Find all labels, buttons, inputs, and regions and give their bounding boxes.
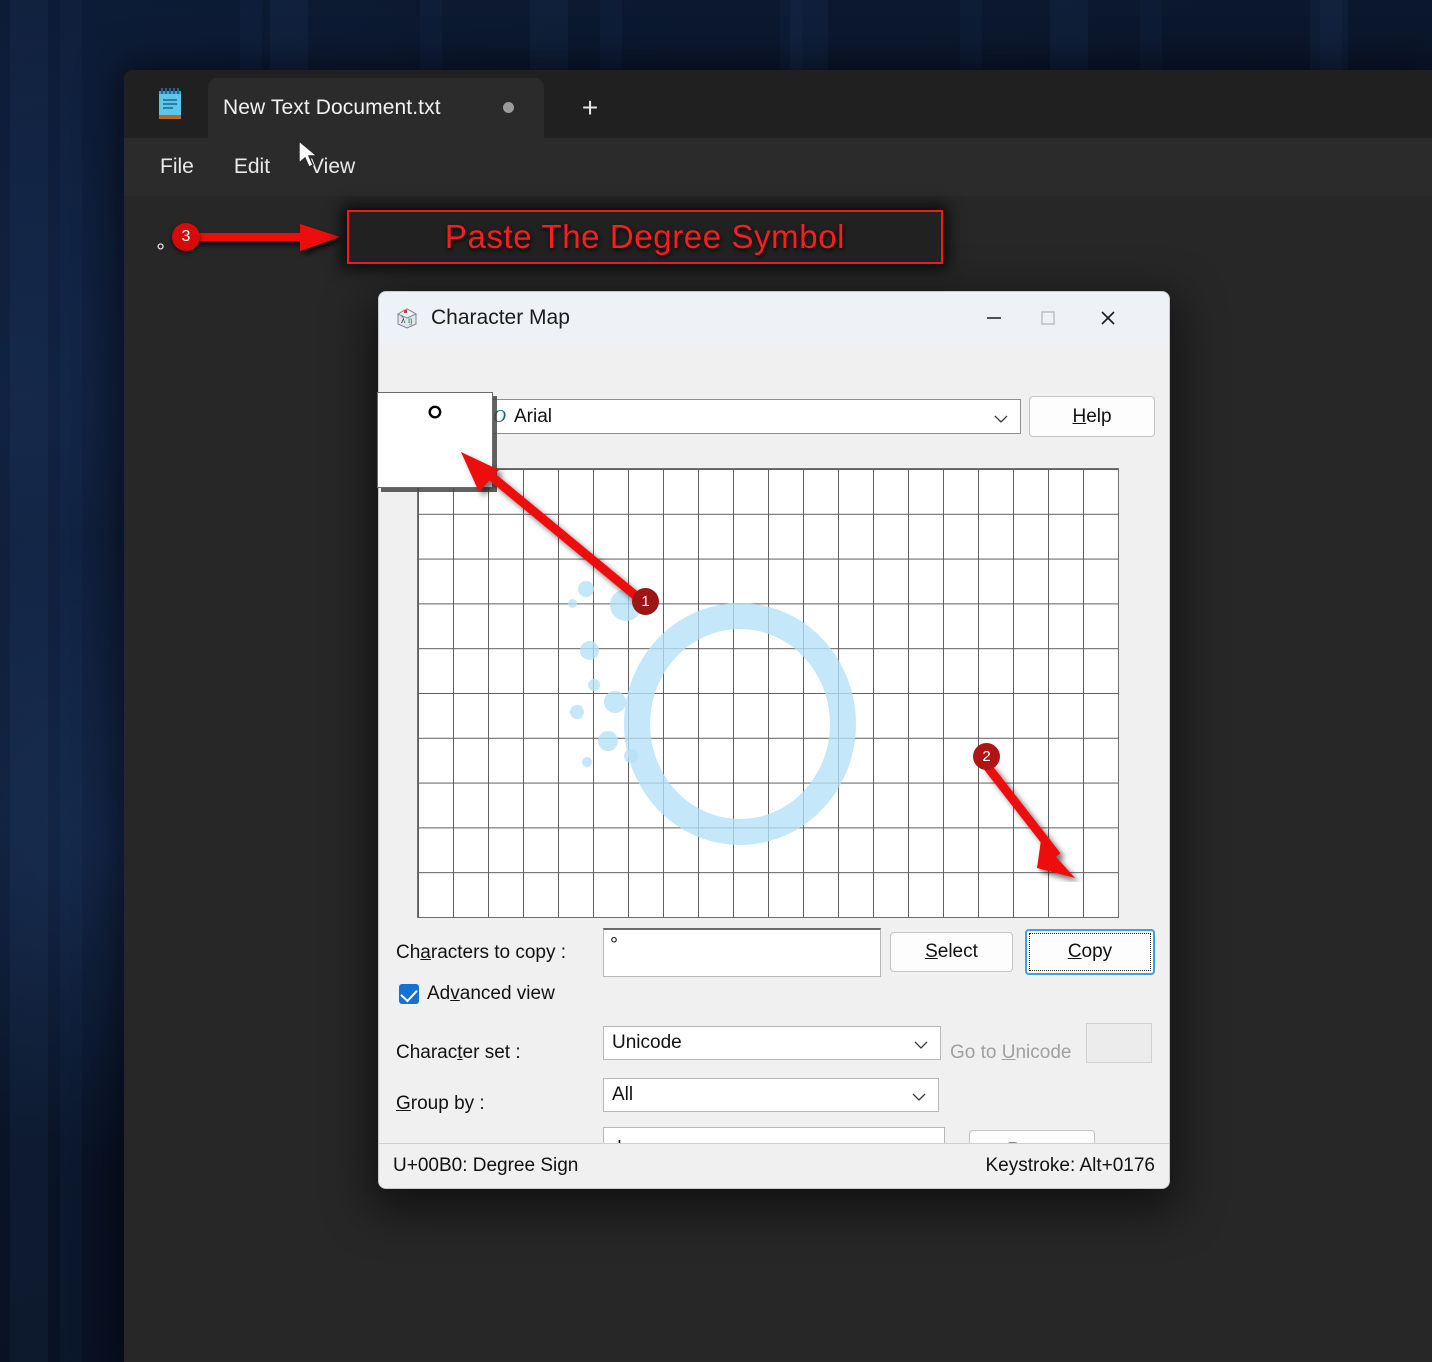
select-button[interactable]: Select	[890, 932, 1013, 972]
svg-text:λ: λ	[401, 315, 406, 325]
annotation-badge-2: 2	[973, 743, 1000, 770]
busy-ring-overlay	[624, 603, 856, 845]
notepad-icon	[150, 84, 190, 124]
editor-content: °	[154, 240, 168, 265]
close-icon[interactable]	[1081, 292, 1135, 344]
status-codepoint: U+00B0: Degree Sign	[393, 1155, 579, 1176]
busy-bubble	[582, 757, 592, 767]
character-set-select[interactable]: Unicode	[603, 1026, 941, 1060]
busy-bubble	[570, 705, 584, 719]
character-set-label: Character set :	[396, 1042, 521, 1063]
go-to-unicode-label: Go to Unicode	[950, 1042, 1072, 1063]
busy-bubble	[604, 691, 626, 713]
opentype-icon: O	[493, 406, 506, 426]
status-keystroke: Keystroke: Alt+0176	[985, 1155, 1155, 1176]
notepad-menu-bar: File Edit View	[124, 138, 1432, 196]
character-map-title-bar[interactable]: λ ŋ Character Map	[379, 292, 1169, 344]
go-to-unicode-input	[1086, 1023, 1152, 1063]
annotation-arrow-3	[188, 218, 348, 258]
magnified-character: °	[425, 396, 445, 448]
characters-to-copy-value: °	[610, 934, 618, 956]
group-by-value: All	[612, 1084, 634, 1105]
character-map-icon: λ ŋ	[394, 305, 420, 331]
advanced-view-label[interactable]: Advanced view	[427, 983, 555, 1005]
new-tab-button[interactable]: +	[568, 90, 612, 126]
menu-item-view[interactable]: View	[294, 149, 371, 185]
maximize-icon[interactable]	[1021, 292, 1075, 344]
busy-bubble	[588, 679, 600, 691]
checkmark-icon	[400, 984, 418, 1003]
font-select[interactable]: O Arial	[484, 399, 1021, 434]
tab-title: New Text Document.txt	[223, 96, 441, 119]
tab-new-text-document[interactable]: New Text Document.txt	[208, 78, 544, 138]
svg-text:ŋ: ŋ	[408, 315, 412, 325]
character-map-title: Character Map	[431, 306, 570, 329]
status-bar: U+00B0: Degree Sign Keystroke: Alt+0176	[379, 1143, 1169, 1188]
busy-bubble	[598, 731, 618, 751]
menu-item-edit[interactable]: Edit	[218, 149, 286, 185]
busy-bubble	[624, 749, 638, 763]
annotation-badge-1: 1	[632, 588, 659, 615]
focus-ring	[1029, 933, 1151, 971]
annotation-caption-box: Paste The Degree Symbol	[347, 210, 943, 264]
characters-to-copy-input[interactable]: °	[603, 928, 881, 977]
help-button[interactable]: Help	[1029, 396, 1155, 437]
characters-to-copy-label: Characters to copy :	[396, 942, 567, 963]
character-set-value: Unicode	[612, 1032, 682, 1053]
chevron-down-icon	[912, 1089, 926, 1107]
minimize-icon[interactable]	[967, 292, 1021, 344]
unsaved-indicator-icon	[503, 102, 514, 113]
annotation-arrow-1	[455, 448, 665, 618]
copy-button[interactable]: Copy	[1025, 929, 1155, 975]
character-map-window: λ ŋ Character Map Font : O Arial	[378, 291, 1170, 1189]
annotation-caption-text: Paste The Degree Symbol	[444, 218, 846, 255]
font-select-value: Arial	[514, 405, 553, 427]
advanced-view-checkbox[interactable]	[399, 984, 419, 1004]
busy-bubble	[580, 641, 599, 660]
annotation-arrow-2	[975, 760, 1085, 882]
chevron-down-icon	[994, 411, 1008, 429]
menu-item-file[interactable]: File	[144, 149, 210, 185]
group-by-label: Group by :	[396, 1093, 485, 1114]
notepad-tab-strip: New Text Document.txt +	[124, 70, 1432, 138]
chevron-down-icon	[914, 1037, 928, 1055]
annotation-badge-3: 3	[172, 223, 200, 251]
group-by-select[interactable]: All	[603, 1078, 939, 1112]
